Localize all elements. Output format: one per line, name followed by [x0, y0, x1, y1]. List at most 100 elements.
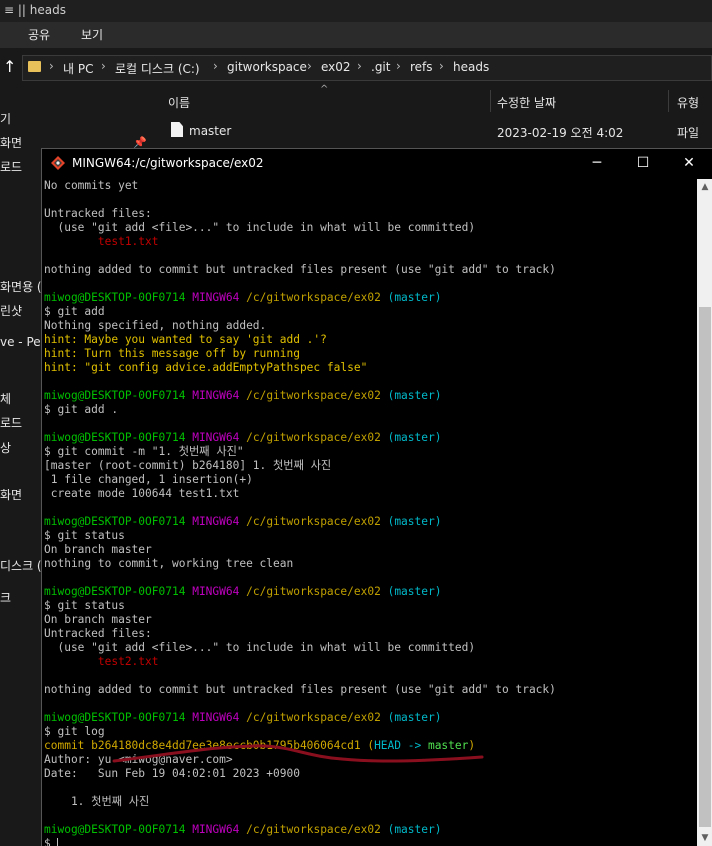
nav-item[interactable]: 린샷: [0, 302, 22, 319]
output-line: $ git status: [44, 599, 694, 613]
nav-item[interactable]: ve - Per: [0, 335, 46, 349]
terminal-title: MINGW64:/c/gitworkspace/ex02: [72, 156, 264, 170]
column-modified[interactable]: 수정한 날짜: [497, 94, 556, 111]
nav-item[interactable]: 크: [0, 589, 11, 606]
prompt-line: miwog@DESKTOP-0OF0714 MINGW64 /c/gitwork…: [44, 431, 694, 445]
column-divider[interactable]: [490, 90, 491, 112]
nav-item[interactable]: 로드: [0, 414, 22, 431]
nav-item[interactable]: 기: [0, 110, 11, 127]
output-line: No commits yet: [44, 179, 694, 193]
output-line: Nothing specified, nothing added.: [44, 319, 694, 333]
breadcrumb-this-pc[interactable]: 내 PC: [63, 60, 93, 77]
ribbon-tab-share[interactable]: 공유: [28, 26, 50, 43]
breadcrumb-local-disk[interactable]: 로컬 디스크 (C:): [115, 60, 200, 77]
line-text: (use "git add <file>..." to include in w…: [44, 641, 476, 654]
line-text: nothing to commit, working tree clean: [44, 557, 294, 570]
output-line: On branch master: [44, 613, 694, 627]
file-name: master: [189, 124, 232, 138]
breadcrumb-ex02[interactable]: ex02: [321, 60, 351, 74]
line-text: Untracked files:: [44, 627, 152, 640]
chevron-icon: ›: [101, 59, 106, 73]
output-line: nothing added to commit but untracked fi…: [44, 683, 694, 697]
output-line: 1 file changed, 1 insertion(+): [44, 473, 694, 487]
line-text: On branch master: [44, 543, 152, 556]
prompt-path: /c/gitworkspace/ex02: [246, 585, 381, 598]
breadcrumb-refs[interactable]: refs: [410, 60, 433, 74]
address-bar[interactable]: › 내 PC › 로컬 디스크 (C:) › gitworkspace › ex…: [22, 55, 712, 81]
nav-item[interactable]: 화면: [0, 134, 22, 151]
close-button[interactable]: ✕: [666, 149, 712, 177]
up-arrow-icon[interactable]: ↑: [3, 57, 16, 76]
explorer-title: ≡ || heads: [4, 3, 67, 17]
nav-item[interactable]: 로드: [0, 158, 22, 175]
breadcrumb-gitworkspace[interactable]: gitworkspace: [227, 60, 307, 74]
prompt-branch: (master): [387, 389, 442, 402]
prompt-line: miwog@DESKTOP-0OF0714 MINGW64 /c/gitwork…: [44, 291, 694, 305]
nav-item[interactable]: 화면: [0, 486, 22, 503]
output-line: nothing to commit, working tree clean: [44, 557, 694, 571]
column-divider[interactable]: [668, 90, 669, 112]
prompt-env: MINGW64: [192, 711, 240, 724]
terminal-output[interactable]: No commits yet Untracked files: (use "git…: [44, 179, 694, 846]
prompt-env: MINGW64: [192, 389, 240, 402]
nav-item[interactable]: 체: [0, 390, 11, 407]
prompt-branch: (master): [387, 823, 442, 836]
breadcrumb-heads[interactable]: heads: [453, 60, 489, 74]
scroll-up-icon[interactable]: ▲: [697, 179, 712, 195]
line-text: hint: Maybe you wanted to say 'git add .…: [44, 333, 327, 346]
line-text: hint: Turn this message off by running: [44, 347, 300, 360]
address-row: ↑ › 내 PC › 로컬 디스크 (C:) › gitworkspace › …: [0, 48, 712, 86]
line-text: master: [427, 739, 469, 752]
sort-caret-icon: ^: [320, 84, 329, 95]
prompt-line: miwog@DESKTOP-0OF0714 MINGW64 /c/gitwork…: [44, 515, 694, 529]
output-line: $ git add: [44, 305, 694, 319]
terminal-titlebar[interactable]: MINGW64:/c/gitworkspace/ex02 ─ ☐ ✕: [42, 149, 712, 179]
output-line: nothing added to commit but untracked fi…: [44, 263, 694, 277]
chevron-icon: ›: [357, 59, 362, 73]
line-text: On branch master: [44, 613, 152, 626]
ribbon-tab-view[interactable]: 보기: [81, 26, 103, 43]
output-line: [master (root-commit) b264180] 1. 첫번째 사진: [44, 459, 694, 473]
line-text: $ git add: [44, 305, 105, 318]
breadcrumb-git[interactable]: .git: [371, 60, 390, 74]
prompt-env: MINGW64: [192, 291, 240, 304]
chevron-icon: ›: [396, 59, 401, 73]
output-line: Author: yu <miwog@naver.com>: [44, 753, 694, 767]
line-text: nothing added to commit but untracked fi…: [44, 683, 556, 696]
output-line: commit b264180dc8e4dd7ee3e8eccb0b1795b40…: [44, 739, 694, 753]
scroll-down-icon[interactable]: ▼: [697, 830, 712, 846]
scrollbar-thumb[interactable]: [699, 307, 711, 827]
column-name[interactable]: 이름: [168, 94, 190, 111]
line-text: test2.txt: [44, 655, 159, 668]
line-text: hint: "git config advice.addEmptyPathspe…: [44, 361, 368, 374]
nav-item[interactable]: 디스크 (: [0, 557, 42, 574]
file-modified: 2023-02-19 오전 4:02: [497, 126, 624, 140]
chevron-icon: ›: [213, 59, 218, 73]
minimize-button[interactable]: ─: [574, 149, 620, 177]
line-text: Date: Sun Feb 19 04:02:01 2023 +0900: [44, 767, 300, 780]
scrollbar[interactable]: ▲ ▼: [697, 179, 712, 846]
prompt-user: miwog@DESKTOP-0OF0714: [44, 431, 186, 444]
prompt-branch: (master): [387, 291, 442, 304]
line-text: (use "git add <file>..." to include in w…: [44, 221, 476, 234]
prompt-env: MINGW64: [192, 431, 240, 444]
maximize-button[interactable]: ☐: [620, 149, 666, 177]
line-text: Nothing specified, nothing added.: [44, 319, 267, 332]
file-row[interactable]: master 2023-02-19 오전 4:02 파일: [150, 118, 712, 144]
line-text: Untracked files:: [44, 207, 152, 220]
column-type[interactable]: 유형: [677, 94, 699, 111]
git-bash-icon: [51, 156, 65, 170]
explorer-titlebar: ≡ || heads: [0, 0, 712, 22]
output-line: Untracked files:: [44, 207, 694, 221]
nav-item[interactable]: 상: [0, 439, 11, 456]
output-line: test1.txt: [44, 235, 694, 249]
line-text: Author: yu <miwog@naver.com>: [44, 753, 233, 766]
nav-item[interactable]: 화면용 (: [0, 278, 42, 295]
terminal-window[interactable]: MINGW64:/c/gitworkspace/ex02 ─ ☐ ✕ No co…: [41, 148, 712, 846]
prompt-branch: (master): [387, 431, 442, 444]
